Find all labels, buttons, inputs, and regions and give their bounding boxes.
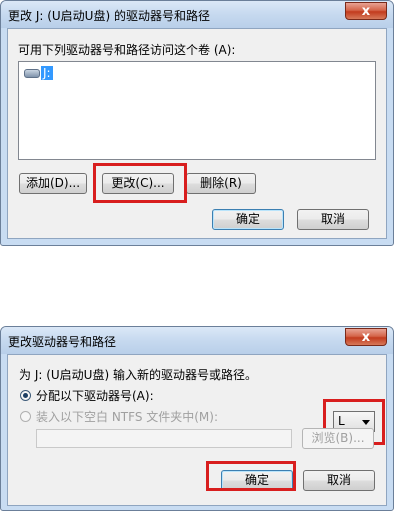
cancel-button[interactable]: 取消 [297, 209, 369, 230]
mount-folder-radio[interactable] [20, 411, 31, 422]
add-button[interactable]: 添加(D)... [19, 173, 87, 194]
list-item[interactable]: J: [24, 66, 53, 80]
dialog-title: 更改 J: (U启动U盘) 的驱动器号和路径 [8, 9, 210, 23]
list-item-label: J: [41, 66, 53, 80]
dialog-title: 更改驱动器号和路径 [8, 335, 117, 349]
change-drive-letter-dialog: 更改 J: (U启动U盘) 的驱动器号和路径 x 可用下列驱动器号和路径访问这个… [0, 0, 394, 246]
ok-button-highlight [206, 461, 296, 491]
assign-drive-letter-dialog: 更改驱动器号和路径 x 为 J: (U启动U盘) 输入新的驱动器号或路径。 分配… [0, 326, 394, 511]
drive-path-listbox[interactable]: J: [18, 61, 376, 160]
ok-button[interactable]: 确定 [212, 209, 284, 230]
assign-letter-radio[interactable] [20, 390, 31, 401]
title-bar[interactable]: 更改驱动器号和路径 x [1, 327, 393, 354]
instruction-label: 为 J: (U启动U盘) 输入新的驱动器号或路径。 [19, 368, 257, 382]
title-bar[interactable]: 更改 J: (U启动U盘) 的驱动器号和路径 x [1, 1, 393, 28]
delete-button[interactable]: 删除(R) [186, 173, 256, 194]
assign-letter-label[interactable]: 分配以下驱动器号(A): [36, 387, 154, 404]
dialog-client-area: 可用下列驱动器号和路径访问这个卷 (A): J: 添加(D)... 更改(C).… [7, 28, 387, 239]
instruction-label: 可用下列驱动器号和路径访问这个卷 (A): [18, 43, 236, 57]
mount-folder-label: 装入以下空白 NTFS 文件夹中(M): [36, 410, 219, 424]
cancel-button[interactable]: 取消 [303, 470, 375, 491]
change-button-highlight [93, 163, 187, 203]
close-button[interactable]: x [345, 2, 387, 20]
dialog-client-area: 为 J: (U启动U盘) 输入新的驱动器号或路径。 分配以下驱动器号(A): L… [7, 354, 387, 506]
drive-icon [24, 68, 40, 78]
folder-path-input[interactable] [36, 429, 292, 448]
browse-button[interactable]: 浏览(B)... [302, 428, 374, 449]
close-button[interactable]: x [345, 328, 387, 346]
